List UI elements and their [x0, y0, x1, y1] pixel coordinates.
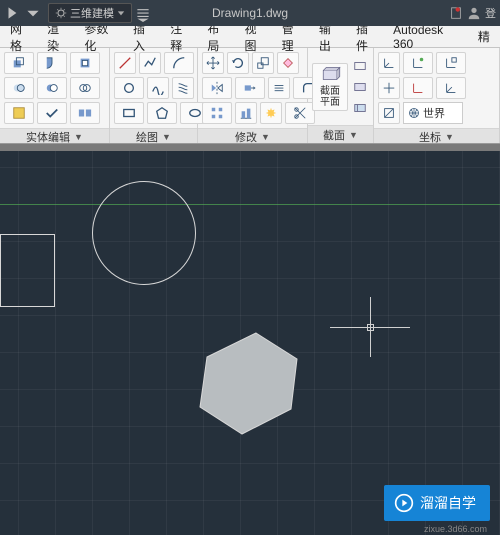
play-icon — [394, 493, 414, 513]
panel-modify: 修改▼ — [198, 48, 308, 143]
chevron-down-icon: ▼ — [261, 132, 270, 142]
rectangle-shape[interactable] — [0, 234, 55, 307]
face-extrude-button[interactable] — [4, 52, 34, 74]
panel-label-coords[interactable]: 坐标▼ — [374, 128, 499, 144]
section-icon-2[interactable] — [351, 78, 369, 96]
qat-left-icon[interactable] — [4, 4, 22, 22]
check-button[interactable] — [37, 102, 67, 124]
ucs-icon-2[interactable] — [403, 52, 433, 74]
union-button[interactable] — [4, 77, 34, 99]
array-button[interactable] — [202, 102, 232, 124]
document-title: Drawing1.dwg — [212, 6, 288, 20]
x-axis-line — [0, 204, 500, 205]
panel-section: 截面 平面 截面▼ — [308, 48, 374, 143]
chevron-down-icon: ▼ — [74, 132, 83, 142]
chevron-down-icon — [117, 9, 125, 17]
qat-overflow-icon[interactable] — [134, 4, 152, 22]
info-icon[interactable] — [449, 6, 463, 20]
rotate-button[interactable] — [227, 52, 249, 74]
spline-button[interactable] — [147, 77, 169, 99]
circle-button[interactable] — [114, 77, 144, 99]
title-bar: 三维建模 Drawing1.dwg 登 — [0, 0, 500, 26]
panel-label-draw[interactable]: 绘图▼ — [110, 128, 197, 144]
helix-button[interactable] — [172, 77, 194, 99]
panel-label-modify[interactable]: 修改▼ — [198, 128, 307, 144]
section-plane-label: 截面 平面 — [320, 86, 340, 108]
chevron-down-icon: ▼ — [445, 132, 454, 142]
user-icon[interactable] — [467, 6, 481, 20]
rectangle-button[interactable] — [114, 102, 144, 124]
subtract-button[interactable] — [37, 77, 67, 99]
section-plane-button[interactable]: 截面 平面 — [312, 63, 348, 111]
line-button[interactable] — [114, 52, 136, 74]
panel-label-section[interactable]: 截面▼ — [308, 125, 373, 143]
separate-button[interactable] — [70, 102, 100, 124]
ucs-world-label: 世界 — [423, 105, 445, 121]
erase-button[interactable] — [277, 52, 299, 74]
ucs-icon-6[interactable] — [436, 77, 466, 99]
shell-button[interactable] — [4, 102, 34, 124]
user-login-label[interactable]: 登 — [485, 5, 496, 21]
panel-solid-edit: 实体编辑▼ — [0, 48, 110, 143]
polyline-button[interactable] — [139, 52, 161, 74]
watermark-text: 溜溜自学 — [420, 493, 476, 513]
ucs-icon-7[interactable] — [378, 102, 400, 124]
separator-bar — [0, 144, 500, 151]
ucs-world-field[interactable]: 世界 — [403, 102, 463, 124]
title-right-controls: 登 — [449, 5, 496, 21]
mirror-button[interactable] — [202, 77, 232, 99]
circle-shape[interactable] — [92, 181, 196, 285]
move-button[interactable] — [202, 52, 224, 74]
scale-button[interactable] — [252, 52, 274, 74]
offset-button[interactable] — [268, 77, 290, 99]
polygon-button[interactable] — [147, 102, 177, 124]
edge-fillet-button[interactable] — [37, 52, 67, 74]
stretch-button[interactable] — [235, 77, 265, 99]
qat-dropdown-icon[interactable] — [24, 4, 42, 22]
chevron-down-icon: ▼ — [162, 132, 171, 142]
ucs-icon-3[interactable] — [436, 52, 466, 74]
globe-icon — [408, 107, 420, 119]
watermark-badge: 溜溜自学 zixue.3d66.com — [384, 485, 490, 521]
section-icon-3[interactable] — [351, 99, 369, 117]
panel-draw: 绘图▼ — [110, 48, 198, 143]
workspace-switcher[interactable]: 三维建模 — [48, 3, 132, 23]
section-icon-1[interactable] — [351, 57, 369, 75]
ucs-icon-1[interactable] — [378, 52, 400, 74]
ribbon: 实体编辑▼ 绘图▼ — [0, 48, 500, 144]
menu-more[interactable]: 精 — [471, 26, 497, 47]
drawing-canvas[interactable]: 溜溜自学 zixue.3d66.com — [0, 151, 500, 535]
workspace-label: 三维建模 — [70, 5, 114, 21]
arc-button[interactable] — [164, 52, 194, 74]
hexagon-shape[interactable] — [184, 329, 304, 439]
watermark-url: zixue.3d66.com — [424, 524, 487, 534]
gear-icon — [55, 7, 67, 19]
face-offset-button[interactable] — [70, 52, 100, 74]
ucs-icon-4[interactable] — [378, 77, 400, 99]
chevron-down-icon: ▼ — [349, 130, 358, 140]
align-button[interactable] — [235, 102, 257, 124]
menu-bar: 网格 渲染 参数化 插入 注释 布局 视图 管理 输出 插件 Autodesk … — [0, 26, 500, 48]
panel-coords: 世界 坐标▼ — [374, 48, 500, 143]
panel-label-solid-edit[interactable]: 实体编辑▼ — [0, 128, 109, 144]
explode-button[interactable] — [260, 102, 282, 124]
ucs-icon-5[interactable] — [403, 77, 433, 99]
quick-access-toolbar: 三维建模 — [4, 3, 152, 23]
intersect-button[interactable] — [70, 77, 100, 99]
